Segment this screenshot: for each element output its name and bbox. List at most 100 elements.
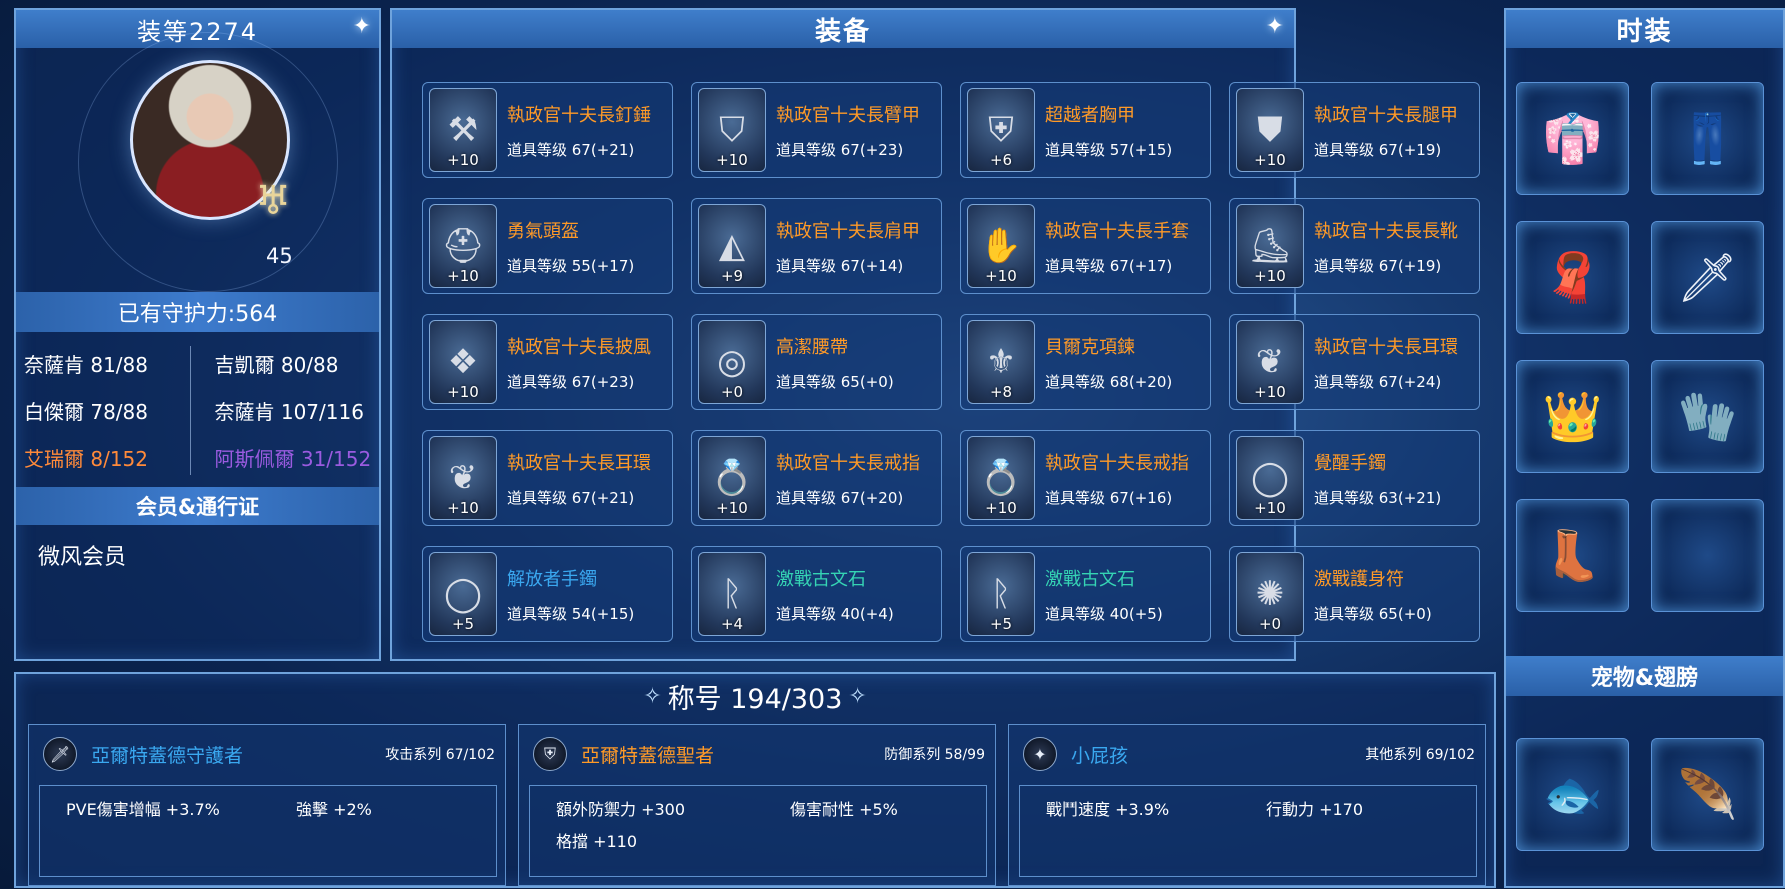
belt-icon: ◎ +0 bbox=[698, 320, 766, 404]
equipment-slot[interactable]: ᚱ +4 激戰古文石 道具等级 40(+4) bbox=[691, 546, 942, 642]
costume-weapon-icon[interactable]: 🗡 bbox=[1651, 221, 1764, 334]
item-name: 執政官十夫長戒指 bbox=[776, 452, 920, 474]
equipment-slot[interactable]: ᚱ +5 激戰古文石 道具等级 40(+5) bbox=[960, 546, 1211, 642]
item-level-text: 道具等级 65(+0) bbox=[1314, 604, 1432, 623]
pet-icon[interactable]: 🐟 bbox=[1516, 738, 1629, 851]
title-stat: 戰鬥速度 +3.9% bbox=[1046, 800, 1170, 819]
item-level-text: 道具等级 67(+14) bbox=[776, 256, 904, 275]
enhance-level: +10 bbox=[1254, 383, 1286, 401]
equipment-slot[interactable]: ⛑ +10 勇氣頭盔 道具等级 55(+17) bbox=[422, 198, 673, 294]
membership-title: 会员&通行证 bbox=[135, 495, 260, 519]
defense-bar: 已有守护力:564 bbox=[16, 292, 379, 332]
equipment-slot[interactable]: 💍 +10 執政官十夫長戒指 道具等级 67(+20) bbox=[691, 430, 942, 526]
enhance-level: +10 bbox=[447, 151, 479, 169]
shoulder-armor-icon: ◭ +9 bbox=[698, 204, 766, 288]
stat-item: 吉凱爾 80/88 bbox=[214, 353, 339, 377]
item-name: 激戰古文石 bbox=[776, 568, 866, 590]
membership-header: 会员&通行证 bbox=[16, 487, 379, 525]
equipment-slot[interactable]: ◭ +9 執政官十夫長肩甲 道具等级 67(+14) bbox=[691, 198, 942, 294]
enhance-level: +5 bbox=[451, 615, 475, 633]
avatar-area: ♅ 45 bbox=[16, 32, 379, 292]
costume-cape-icon[interactable]: 🧣 bbox=[1516, 221, 1629, 334]
equipment-slot[interactable]: ⛨ +6 超越者胸甲 道具等级 57(+15) bbox=[960, 82, 1211, 178]
title-stats: 戰鬥速度 +3.9% 行動力 +170 bbox=[1019, 785, 1477, 877]
costume-boots-icon[interactable]: 👢 bbox=[1516, 499, 1629, 612]
gloves-icon: ✋ +10 bbox=[967, 204, 1035, 288]
equipment-slot[interactable]: ❖ +10 執政官十夫長披風 道具等级 67(+23) bbox=[422, 314, 673, 410]
character-level: 45 bbox=[266, 244, 293, 268]
item-level-text: 道具等级 54(+15) bbox=[507, 604, 635, 623]
item-level-text: 道具等级 67(+19) bbox=[1314, 140, 1442, 159]
item-level-text: 道具等级 67(+21) bbox=[507, 488, 635, 507]
title-series: 其他系列 69/102 bbox=[1365, 747, 1475, 763]
defense-value: 已有守护力:564 bbox=[117, 302, 278, 327]
equipment-slot[interactable]: ⛊ +10 執政官十夫長腿甲 道具等级 67(+19) bbox=[1229, 82, 1480, 178]
equipment-slot[interactable]: 💍 +10 執政官十夫長戒指 道具等级 67(+16) bbox=[960, 430, 1211, 526]
enhance-level: +6 bbox=[989, 151, 1013, 169]
stat-item: 艾瑞爾 8/152 bbox=[24, 447, 148, 471]
mace-icon: ⚒ +10 bbox=[429, 88, 497, 172]
equipment-grid: ⚒ +10 執政官十夫長釘錘 道具等级 67(+21) ⛉ +10 執政官十夫長臂甲 道具等级… bbox=[422, 82, 1480, 642]
item-name: 執政官十夫長披風 bbox=[507, 336, 651, 358]
item-level-text: 道具等级 67(+17) bbox=[1045, 256, 1173, 275]
enhance-level: +9 bbox=[720, 267, 744, 285]
wings-icon[interactable]: 🪶 bbox=[1651, 738, 1764, 851]
item-name: 執政官十夫長肩甲 bbox=[776, 220, 920, 242]
earring-icon: ❦ +10 bbox=[429, 436, 497, 520]
stat-item: 奈薩肯 107/116 bbox=[214, 400, 364, 424]
equipment-slot[interactable]: ❦ +10 執政官十夫長耳環 道具等级 67(+21) bbox=[422, 430, 673, 526]
pet-grid: 🐟 🪶 bbox=[1516, 738, 1764, 851]
enhance-level: +10 bbox=[716, 499, 748, 517]
equipment-slot[interactable]: ◯ +5 解放者手鐲 道具等级 54(+15) bbox=[422, 546, 673, 642]
enhance-level: +8 bbox=[989, 383, 1013, 401]
item-name: 貝爾克項鍊 bbox=[1045, 336, 1135, 358]
title-name: 亞爾特蓋德守護者 bbox=[91, 744, 244, 767]
equipment-slot[interactable]: ⚒ +10 執政官十夫長釘錘 道具等级 67(+21) bbox=[422, 82, 673, 178]
item-level-text: 道具等级 65(+0) bbox=[776, 372, 894, 391]
empty-slot-icon[interactable] bbox=[1651, 499, 1764, 612]
equipment-slot[interactable]: ⚜ +8 貝爾克項鍊 道具等级 68(+20) bbox=[960, 314, 1211, 410]
enhance-level: +10 bbox=[985, 267, 1017, 285]
equipment-slot[interactable]: ✺ +0 激戰護身符 道具等级 65(+0) bbox=[1229, 546, 1480, 642]
title-stat: 傷害耐性 +5% bbox=[790, 800, 898, 819]
title-box-attack[interactable]: 🗡 亞爾特蓋德守護者 攻击系列 67/102 PVE傷害增幅 +3.7% 強擊 … bbox=[28, 724, 506, 886]
item-level-text: 道具等级 67(+16) bbox=[1045, 488, 1173, 507]
costume-gloves-icon[interactable]: 🧤 bbox=[1651, 360, 1764, 473]
title-box-defense[interactable]: ⛨ 亞爾特蓋德聖者 防御系列 58/99 額外防禦力 +300 傷害耐性 +5%… bbox=[518, 724, 996, 886]
equipment-slot[interactable]: ◯ +10 覺醒手鐲 道具等级 63(+21) bbox=[1229, 430, 1480, 526]
costume-headpiece-icon[interactable]: 👑 bbox=[1516, 360, 1629, 473]
title-stats: PVE傷害增幅 +3.7% 強擊 +2% bbox=[39, 785, 497, 877]
enhance-level: +10 bbox=[1254, 267, 1286, 285]
costume-top-icon[interactable]: 👘 bbox=[1516, 82, 1629, 195]
earring-icon: ❦ +10 bbox=[1236, 320, 1304, 404]
equipment-slot[interactable]: ✋ +10 執政官十夫長手套 道具等级 67(+17) bbox=[960, 198, 1211, 294]
costume-pants-icon[interactable]: 👖 bbox=[1651, 82, 1764, 195]
enhance-level: +0 bbox=[1258, 615, 1282, 633]
item-name: 高潔腰帶 bbox=[776, 336, 848, 358]
equipment-slot[interactable]: ⛸ +10 執政官十夫長長靴 道具等级 67(+19) bbox=[1229, 198, 1480, 294]
equipment-title: 装备 bbox=[814, 16, 871, 47]
title-box-other[interactable]: ✦ 小屁孩 其他系列 69/102 戰鬥速度 +3.9% 行動力 +170 bbox=[1008, 724, 1486, 886]
title-stat: PVE傷害增幅 +3.7% bbox=[66, 800, 220, 819]
enhance-level: +10 bbox=[447, 383, 479, 401]
title-series: 防御系列 58/99 bbox=[884, 747, 985, 763]
titles-count: 称号 194/303 bbox=[667, 683, 843, 715]
enhance-level: +4 bbox=[720, 615, 744, 633]
title-stat: 行動力 +170 bbox=[1266, 800, 1364, 819]
enhance-level: +5 bbox=[989, 615, 1013, 633]
character-panel: 装等2274 ✦ ♅ 45 已有守护力:564 奈薩肯 81/88 吉凱爾 80… bbox=[14, 8, 381, 661]
equipment-slot[interactable]: ❦ +10 執政官十夫長耳環 道具等级 67(+24) bbox=[1229, 314, 1480, 410]
helmet-icon: ⛑ +10 bbox=[429, 204, 497, 288]
chest-armor-icon: ⛨ +6 bbox=[967, 88, 1035, 172]
item-level-text: 道具等级 55(+17) bbox=[507, 256, 635, 275]
titles-panel: ✧ 称号 194/303 ✧ 🗡 亞爾特蓋德守護者 攻击系列 67/102 PV… bbox=[14, 672, 1496, 888]
stat-grid: 奈薩肯 81/88 吉凱爾 80/88 白傑爾 78/88 奈薩肯 107/11… bbox=[16, 332, 379, 485]
item-level-text: 道具等级 40(+5) bbox=[1045, 604, 1163, 623]
equipment-slot[interactable]: ◎ +0 高潔腰帶道具等级 65(+0) bbox=[691, 314, 942, 410]
fashion-title: 时装 bbox=[1616, 16, 1673, 47]
equipment-slot[interactable]: ⛉ +10 執政官十夫長臂甲 道具等级 67(+23) bbox=[691, 82, 942, 178]
item-level-text: 道具等级 67(+23) bbox=[776, 140, 904, 159]
item-name: 激戰古文石 bbox=[1045, 568, 1135, 590]
necklace-icon: ⚜ +8 bbox=[967, 320, 1035, 404]
enhance-level: +10 bbox=[447, 499, 479, 517]
